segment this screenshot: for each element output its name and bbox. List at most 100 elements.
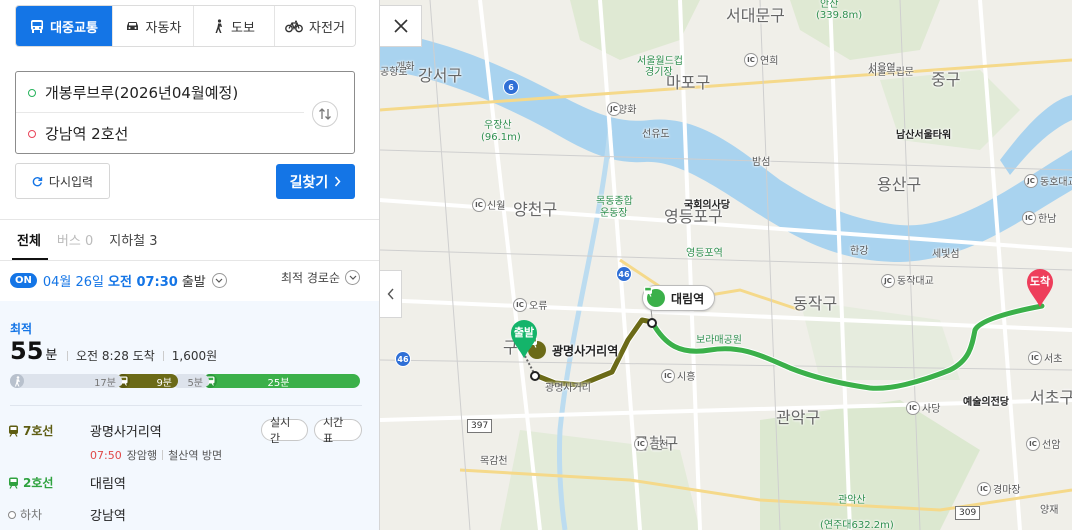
label-dongjak-bridge: 동작대교 — [897, 276, 934, 287]
tab-subway[interactable]: 지하철 3 — [109, 230, 157, 249]
label-stadium: 경기장 — [645, 67, 673, 78]
tab-bicycle[interactable]: 자전거 — [274, 6, 355, 46]
route-result-card[interactable]: 최적 55 분 오전 8:28 도착 1,600원 17분 9분 5분 25분 7호선… — [0, 301, 379, 530]
label-sadang: 사당 — [922, 404, 941, 415]
end-marker[interactable]: 도착 — [1024, 268, 1056, 308]
label-bamseom: 밤섬 — [752, 157, 771, 168]
label-hannam: 한남 — [1038, 214, 1057, 225]
best-route-tag: 최적 — [10, 322, 33, 336]
swap-route-button[interactable] — [312, 101, 338, 127]
departure-time[interactable]: 오전 07:30 — [108, 271, 178, 290]
line2-station: 대림역 — [90, 477, 126, 492]
segment-walk: 17분 — [10, 374, 122, 389]
label-gwanaksan: 관악산 — [838, 495, 866, 506]
ic-badge-icon: IC — [1022, 211, 1036, 225]
segment-label: 5분 — [187, 377, 203, 389]
refresh-icon — [32, 176, 43, 186]
tab-public-transit[interactable]: 대중교통 — [16, 6, 112, 46]
meta-separator — [162, 350, 164, 361]
collapse-panel-button[interactable] — [380, 270, 402, 318]
end-marker-label: 도착 — [1029, 275, 1051, 288]
tab-all[interactable]: 전체 — [17, 230, 41, 249]
line2-name: 2호선 — [8, 474, 90, 491]
label-mokgamcheon: 목감천 — [480, 456, 508, 467]
find-route-button[interactable]: 길찾기 — [276, 164, 355, 199]
departure-suffix: 출발 — [181, 274, 206, 290]
chevron-left-icon — [387, 288, 394, 300]
meta-separator — [162, 450, 164, 460]
duration-unit: 분 — [45, 348, 58, 363]
label-dongjak: 동작구 — [793, 294, 838, 313]
transport-mode-tabs: 대중교통 자동차 도보 자전거 — [15, 5, 356, 47]
reset-button[interactable]: 다시입력 — [15, 163, 110, 199]
label-jung: 중구 — [931, 70, 961, 89]
highway-6-badge: 6 — [503, 79, 519, 95]
tab-public-transit-label: 대중교통 — [50, 20, 98, 36]
label-mokdong-2: 운동장 — [600, 208, 628, 219]
segment-label: 25분 — [267, 377, 290, 389]
on-badge[interactable]: ON — [10, 272, 37, 288]
label-yeonhui: 연희 — [760, 56, 779, 67]
tab-bus[interactable]: 버스 0 — [57, 230, 93, 249]
station-tag-gwangmyeong[interactable]: 광명사거리역 — [528, 337, 628, 363]
label-seocho-ic: 서초 — [1044, 354, 1063, 365]
ic-badge-icon: IC — [906, 401, 920, 415]
label-geumcheon-ic: 금천 — [650, 440, 669, 451]
timetable-button[interactable]: 시간표 — [314, 416, 362, 445]
label-boramae: 보라매공원 — [696, 335, 742, 346]
start-field[interactable]: 개봉루브루(2026년04월예정) — [16, 72, 306, 113]
alight-label: 하차 — [8, 506, 90, 523]
alight-station: 강남역 — [90, 509, 126, 524]
arrival-time: 오전 8:28 도착 — [76, 349, 155, 363]
tab-car[interactable]: 자동차 — [112, 6, 193, 46]
close-button[interactable] — [380, 5, 422, 47]
label-seoul-museum: 서울독립문 — [868, 67, 914, 78]
tab-walk-label: 도보 — [231, 20, 255, 36]
label-seoul-worldcup: 서울월드컵 — [637, 56, 683, 67]
label-ansan: 안산 — [820, 0, 839, 10]
label-seodaemun: 서대문구 — [726, 6, 785, 25]
segment-line7: 9분 — [116, 374, 178, 389]
step-line7: 7호선 광명사거리역 — [8, 421, 162, 440]
departure-dropdown-button[interactable] — [211, 272, 227, 288]
tab-car-label: 자동차 — [145, 20, 182, 36]
start-marker-label: 출발 — [513, 326, 535, 339]
ic-badge-icon: IC — [1026, 437, 1040, 451]
label-namsan-tower: 남산서울타워 — [896, 130, 952, 141]
label-gwangmyeong-street: 광명사거리 — [545, 383, 591, 394]
start-field-value: 개봉루브루(2026년04월예정) — [45, 84, 239, 102]
start-dot-icon — [28, 88, 36, 97]
result-filter-tabs: 전체 버스 0 지하철 3 — [17, 230, 158, 249]
sort-dropdown-icon — [345, 270, 360, 285]
chevron-down-icon — [215, 278, 223, 283]
start-marker[interactable]: 출발 — [508, 319, 540, 359]
bus-icon — [31, 19, 44, 33]
car-icon — [126, 22, 138, 30]
duration-minutes: 55 — [10, 337, 44, 365]
step-alight: 하차 강남역 — [8, 505, 126, 524]
line7-name-text: 7호선 — [23, 424, 54, 438]
swap-arrows-icon — [319, 108, 331, 120]
subway-icon — [644, 286, 665, 307]
station-tag-daerim[interactable]: 대림역 — [642, 285, 716, 311]
close-icon — [393, 19, 408, 33]
line7-name: 7호선 — [8, 422, 90, 439]
sort-select[interactable]: 최적 경로순 — [281, 269, 360, 286]
realtime-button[interactable]: 실시간 — [261, 416, 308, 445]
end-field[interactable]: 강남역 2호선 — [16, 113, 306, 154]
route-meta: 오전 8:28 도착 1,600원 — [67, 347, 217, 364]
map-view[interactable]: 서대문구 안산 (339.8m) 강서구 마포구 중구 양천구 영등포구 용산구… — [380, 0, 1072, 530]
label-usan: 우장산 — [484, 120, 512, 131]
label-sebit: 세빛섬 — [932, 249, 960, 260]
tab-walk[interactable]: 도보 — [193, 6, 274, 46]
walk-icon — [10, 374, 24, 388]
departure-date[interactable]: 04월 26일 — [43, 271, 104, 290]
label-ansan-height: (339.8m) — [816, 10, 863, 21]
segment-label: 9분 — [156, 377, 172, 389]
label-sinwol: 신월 — [487, 201, 506, 212]
ic-badge-icon: IC — [661, 369, 675, 383]
ic-badge-icon: IC — [472, 198, 486, 212]
route-input-box: 개봉루브루(2026년04월예정) 강남역 2호선 — [15, 71, 355, 154]
label-dongho: 동호대교 — [1040, 177, 1072, 188]
alight-dot-icon — [8, 510, 16, 519]
